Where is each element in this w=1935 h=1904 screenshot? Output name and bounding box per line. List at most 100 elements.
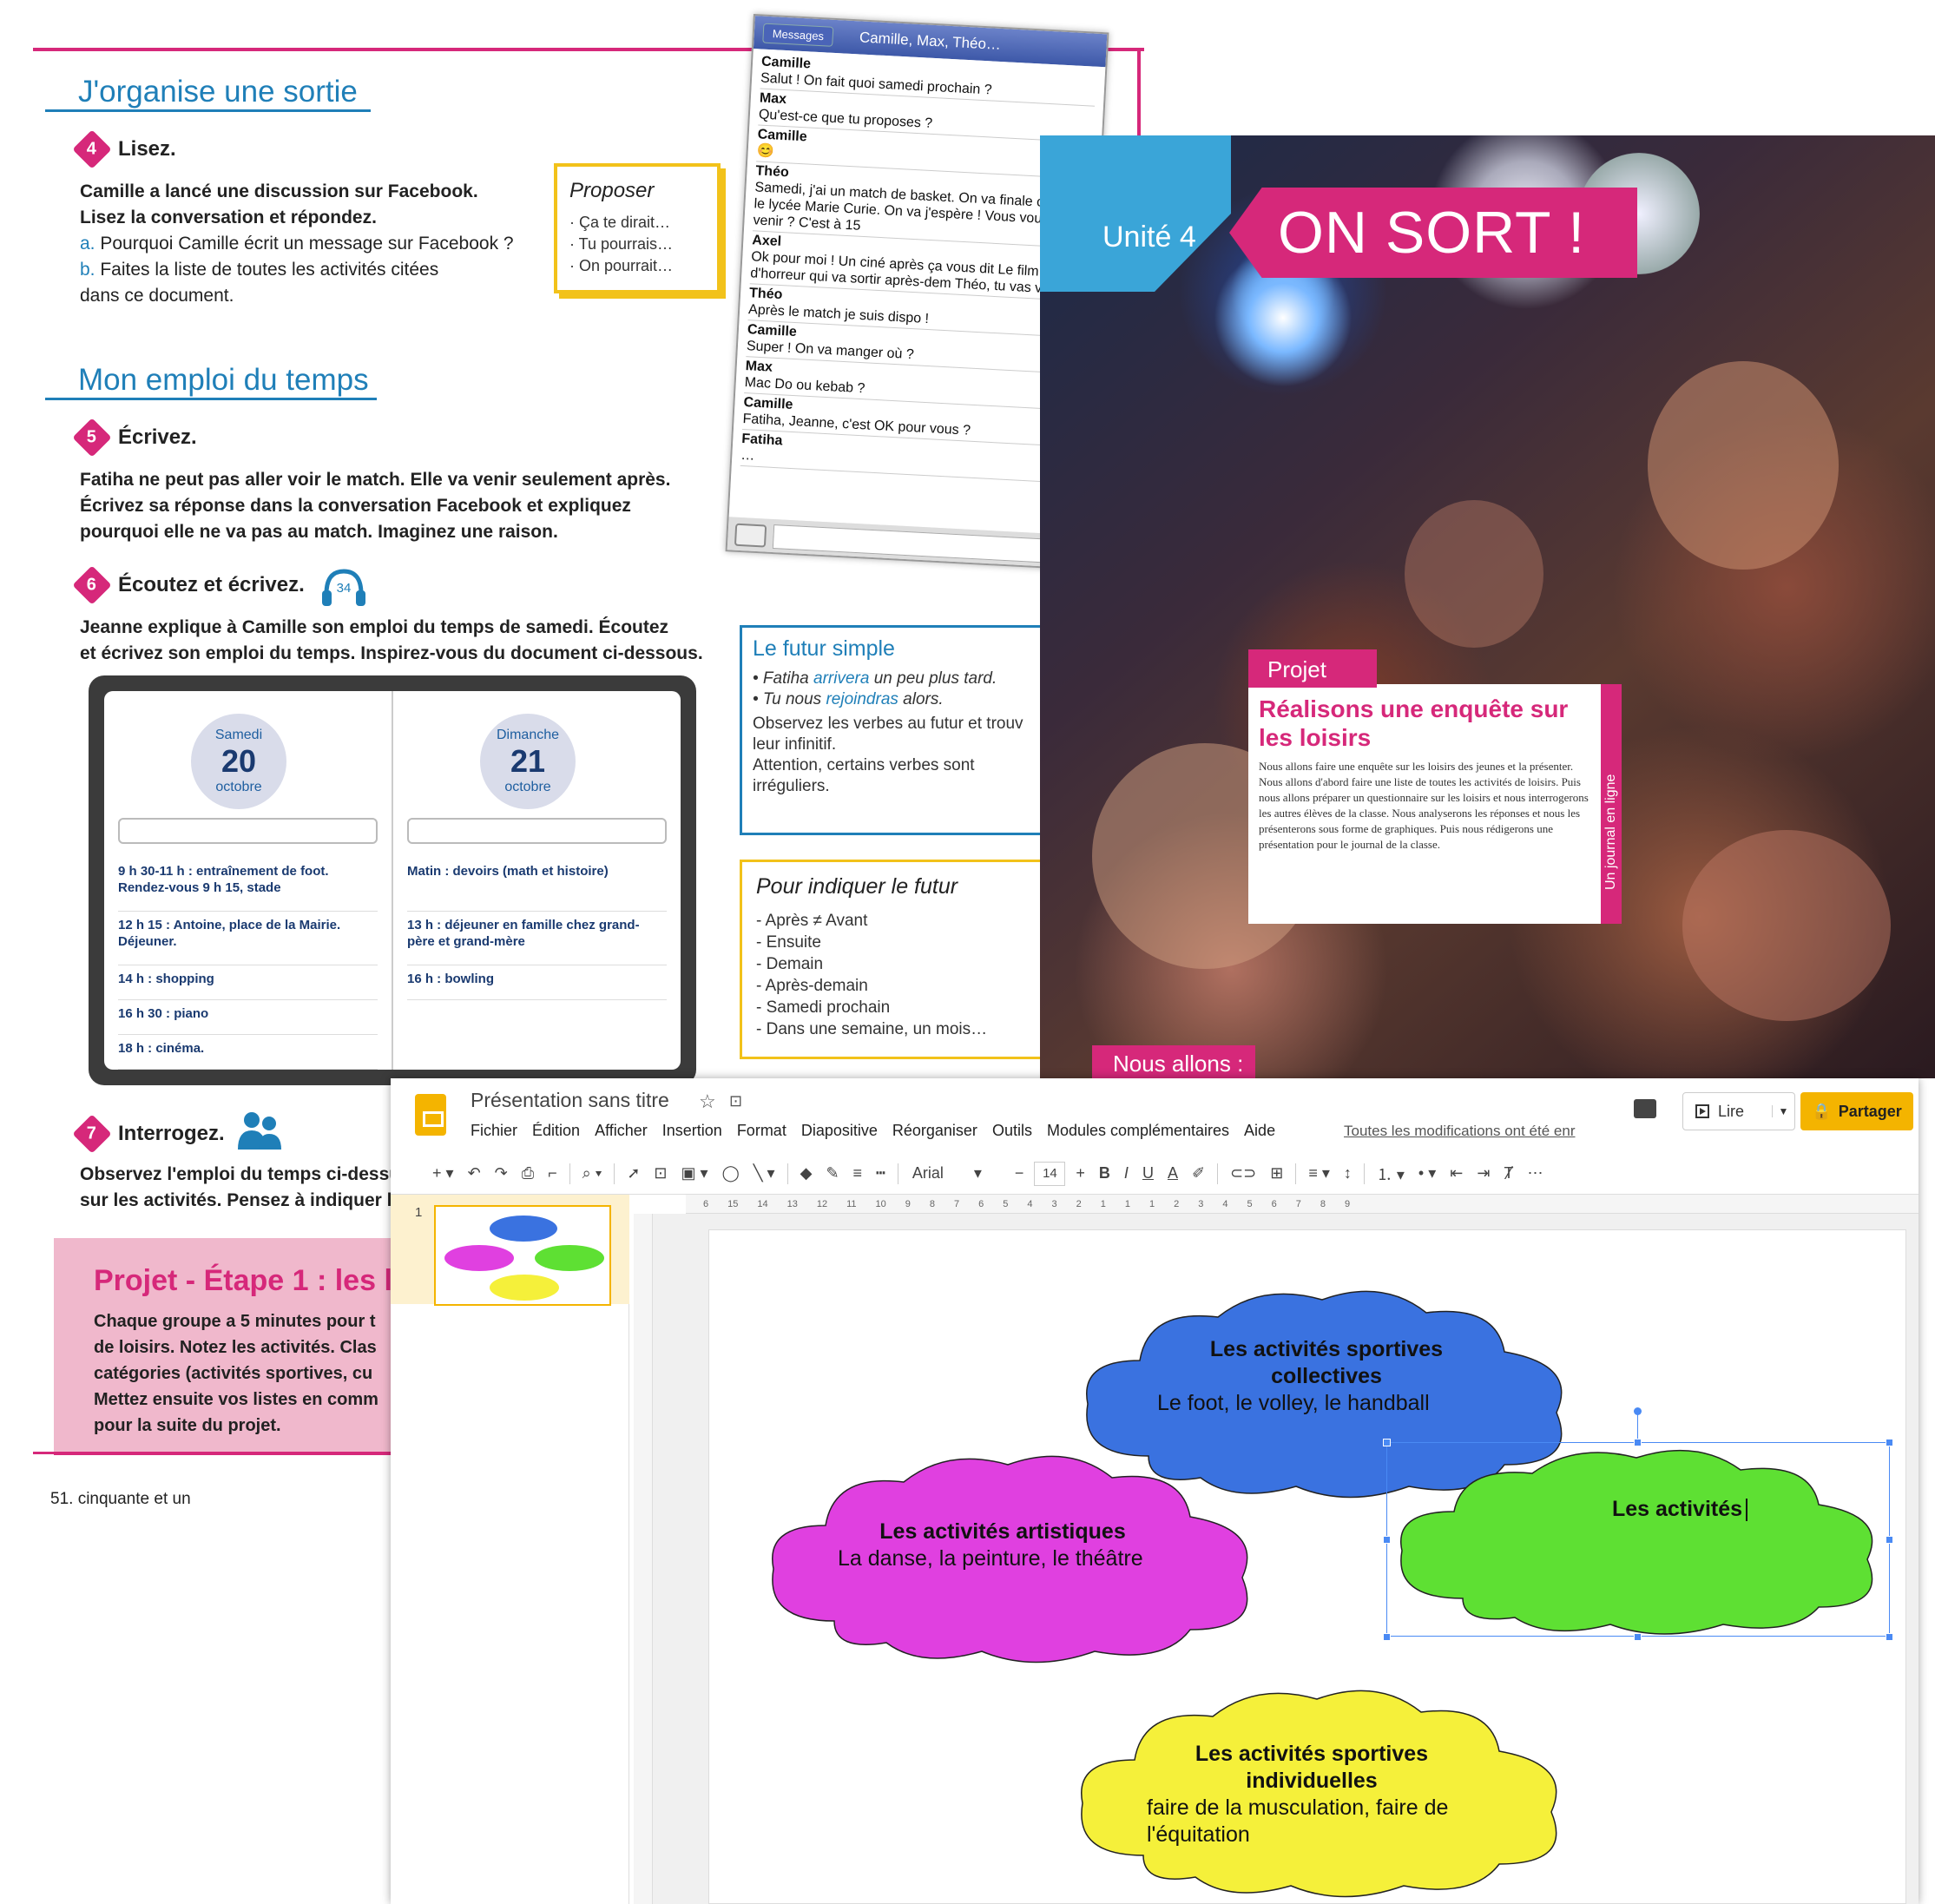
ruler-mark: 6 (1271, 1198, 1277, 1209)
border-color-icon[interactable]: ✎ (819, 1159, 846, 1189)
menu-diapositive[interactable]: Diapositive (801, 1122, 878, 1140)
save-status-link[interactable]: Toutes les modifications ont été enr (1344, 1123, 1575, 1140)
resize-handle[interactable] (1886, 1633, 1893, 1641)
cloud-title: Les activités sportives collectives (1209, 1337, 1444, 1388)
bulleted-list-icon[interactable]: • ▾ (1412, 1159, 1443, 1189)
step-label: Lisez. (118, 137, 176, 161)
more-options-icon[interactable]: ⋯ (1520, 1159, 1550, 1189)
menu-modules[interactable]: Modules complémentaires (1047, 1122, 1229, 1140)
align-icon[interactable]: ≡ ▾ (1301, 1159, 1337, 1189)
present-button[interactable]: Lire ▼ (1682, 1092, 1795, 1130)
cloud-shape-artistiques[interactable]: Les activités artistiques La danse, la p… (756, 1447, 1268, 1664)
image-icon[interactable]: ▣ ▾ (675, 1159, 715, 1189)
slide-thumbnail[interactable] (434, 1205, 611, 1306)
ruler-mark: 5 (1247, 1198, 1253, 1209)
cloud-text[interactable]: Les activités artistiques La danse, la p… (838, 1519, 1168, 1572)
unit-headline: ON SORT ! (1229, 188, 1637, 278)
resize-handle[interactable] (1886, 1439, 1893, 1446)
numbered-list-icon[interactable]: ⒈ ▾ (1370, 1159, 1412, 1189)
ruler-mark: 6 (703, 1198, 709, 1209)
border-weight-icon[interactable]: ≡ (846, 1159, 870, 1189)
slides-logo-icon[interactable] (415, 1094, 446, 1136)
menu-outils[interactable]: Outils (992, 1122, 1032, 1140)
star-icon[interactable]: ☆ (699, 1090, 716, 1113)
line-icon[interactable]: ╲ ▾ (747, 1159, 782, 1189)
projet-line: de loisirs. Notez les activités. Clas (94, 1338, 377, 1357)
link-icon[interactable]: ⊂⊃ (1223, 1159, 1263, 1189)
cloud-text[interactable]: Les activités sportives individuelles fa… (1147, 1741, 1477, 1848)
text-color-icon[interactable]: A (1161, 1159, 1185, 1189)
undo-icon[interactable]: ↶ (461, 1159, 488, 1189)
paint-format-icon[interactable]: ⌐ (541, 1159, 564, 1189)
slide-number: 1 (415, 1205, 423, 1220)
menu-fichier[interactable]: Fichier (471, 1122, 517, 1140)
print-icon[interactable]: ⎙ (515, 1159, 541, 1189)
formatting-toolbar: + ▾ ↶ ↷ ⎙ ⌐ ⌕ ▾ ➚ ⊡ ▣ ▾ ◯ ╲ ▾ ◆ ✎ ≡ ┅ Ar… (391, 1153, 1919, 1195)
unit-cover-photo: Unité 4 ON SORT ! Projet Réalisons une e… (1040, 135, 1935, 1078)
chevron-down-icon[interactable]: ▼ (1772, 1105, 1794, 1117)
highlight-icon[interactable]: ✐ (1185, 1159, 1212, 1189)
select-cursor-icon[interactable]: ➚ (620, 1159, 647, 1189)
cloud-shape-individuelles[interactable]: Les activités sportives individuelles fa… (1065, 1682, 1577, 1899)
present-icon (1695, 1104, 1709, 1118)
new-slide-icon[interactable]: + ▾ (425, 1159, 461, 1189)
line-spacing-icon[interactable]: ↕ (1337, 1159, 1359, 1189)
cloud-body: Le foot, le volley, le handball (1157, 1391, 1430, 1415)
futur-line: Observez les verbes au futur et trouv (753, 715, 1023, 733)
projet-line: Mettez ensuite vos listes en comm (94, 1390, 378, 1409)
insert-comment-icon[interactable]: ⊞ (1263, 1159, 1290, 1189)
bold-icon[interactable]: B (1092, 1159, 1117, 1189)
border-dash-icon[interactable]: ┅ (869, 1159, 892, 1189)
resize-handle[interactable] (1634, 1633, 1642, 1641)
photo-person (1682, 830, 1891, 1021)
photo-person (1648, 361, 1839, 570)
menu-reorganiser[interactable]: Réorganiser (892, 1122, 977, 1140)
menu-afficher[interactable]: Afficher (595, 1122, 648, 1140)
comments-icon[interactable] (1634, 1099, 1656, 1118)
font-size-increase-button[interactable]: + (1069, 1159, 1092, 1189)
ruler-mark: 15 (727, 1198, 739, 1209)
resize-handle[interactable] (1634, 1439, 1642, 1446)
increase-indent-icon[interactable]: ⇥ (1470, 1159, 1497, 1189)
move-folder-icon[interactable]: ⊡ (729, 1092, 742, 1110)
ruler-mark: 6 (978, 1198, 984, 1209)
document-title[interactable]: Présentation sans titre (471, 1089, 669, 1112)
indiquer-title: Pour indiquer le futur (756, 874, 958, 899)
cloud-text[interactable]: Les activités sportives collectives Le f… (1157, 1336, 1496, 1417)
rotate-handle[interactable] (1634, 1407, 1642, 1415)
menu-edition[interactable]: Édition (532, 1122, 580, 1140)
menu-aide[interactable]: Aide (1244, 1122, 1275, 1140)
font-size-input[interactable]: 14 (1034, 1161, 1066, 1186)
slide-canvas[interactable]: Les activités sportives collectives Le f… (708, 1229, 1906, 1904)
agenda-line: 16 h 30 : piano (118, 1000, 378, 1035)
bottom-divider (33, 1452, 398, 1454)
menu-format[interactable]: Format (737, 1122, 787, 1140)
font-size-decrease-button[interactable]: − (1008, 1159, 1031, 1189)
resize-handle[interactable] (1886, 1536, 1893, 1544)
audio-track-number: 34 (337, 581, 352, 596)
rotate-handle-line (1637, 1413, 1638, 1442)
headphones-icon: 34 (322, 569, 365, 606)
fill-color-icon[interactable]: ◆ (793, 1159, 819, 1189)
italic-icon[interactable]: I (1117, 1159, 1135, 1189)
underline-icon[interactable]: U (1135, 1159, 1161, 1189)
share-button[interactable]: 🔒 Partager (1800, 1092, 1913, 1130)
thumb-cloud (490, 1275, 559, 1301)
decrease-indent-icon[interactable]: ⇤ (1443, 1159, 1470, 1189)
resize-handle[interactable] (1383, 1439, 1391, 1446)
resize-handle[interactable] (1383, 1633, 1391, 1641)
redo-icon[interactable]: ↷ (488, 1159, 515, 1189)
menu-insertion[interactable]: Insertion (662, 1122, 722, 1140)
resize-handle[interactable] (1383, 1536, 1391, 1544)
proposer-item: · Tu pourrais… (569, 235, 674, 253)
section-title-sortie: J'organise une sortie (78, 75, 358, 109)
menu-bar: Fichier Édition Afficher Insertion Forma… (471, 1122, 1275, 1140)
messages-conversation-title: Camille, Max, Théo… (859, 29, 1002, 53)
clear-formatting-icon[interactable]: Ⱦ (1497, 1159, 1520, 1189)
font-select[interactable]: Arial ▾ (904, 1159, 1008, 1189)
text-box-icon[interactable]: ⊡ (647, 1159, 674, 1189)
horizontal-ruler: 6 15 14 13 12 11 10 9 8 7 6 5 4 3 2 1 1 … (686, 1195, 1919, 1214)
shape-icon[interactable]: ◯ (715, 1159, 747, 1189)
page-number: 51. cinquante et un (50, 1490, 191, 1508)
zoom-icon[interactable]: ⌕ ▾ (576, 1159, 609, 1189)
